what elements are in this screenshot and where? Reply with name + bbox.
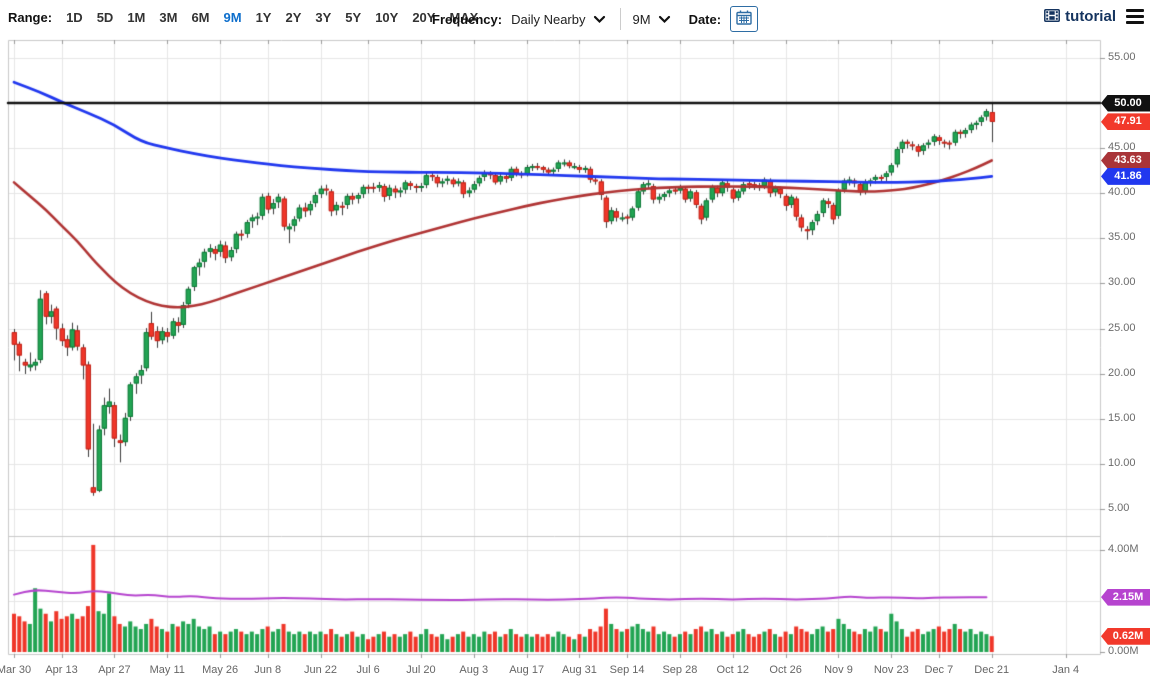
range-option-3y[interactable]: 3Y [315,10,331,25]
film-icon [1044,9,1060,25]
range-option-2y[interactable]: 2Y [285,10,301,25]
chevron-down-icon[interactable] [593,12,606,27]
brand-logo[interactable]: tutorial [1065,8,1116,25]
range-option-1y[interactable]: 1Y [256,10,272,25]
range-option-1m[interactable]: 1M [127,10,145,25]
period-dropdown[interactable]: 9M [633,12,651,27]
range-option-10y[interactable]: 10Y [375,10,398,25]
toolbar-divider [620,8,621,30]
range-option-1d[interactable]: 1D [66,10,83,25]
chevron-down-icon[interactable] [658,12,671,27]
range-option-3m[interactable]: 3M [159,10,177,25]
charting-app: Range: 1D5D1M3M6M9M1Y2Y3Y5Y10Y20YMAX Fre… [0,0,1154,690]
range-options: 1D5D1M3M6M9M1Y2Y3Y5Y10Y20YMAX [66,10,478,25]
price-chart-canvas[interactable] [0,0,1154,690]
range-option-6m[interactable]: 6M [191,10,209,25]
range-selector: Range: 1D5D1M3M6M9M1Y2Y3Y5Y10Y20YMAX [8,10,478,25]
calendar-button[interactable] [730,6,758,32]
brand-area: tutorial [1044,8,1144,25]
frequency-dropdown[interactable]: Daily Nearby [511,12,585,27]
range-label: Range: [8,10,52,25]
hamburger-menu-icon[interactable] [1126,9,1144,24]
date-label: Date: [689,12,722,27]
frequency-label: Frequency: [432,12,502,27]
range-option-5y[interactable]: 5Y [345,10,361,25]
chart-toolbar: Range: 1D5D1M3M6M9M1Y2Y3Y5Y10Y20YMAX Fre… [0,0,1154,36]
calendar-icon [736,10,752,28]
frequency-controls: Frequency: Daily Nearby 9M Date: [432,6,758,32]
range-option-9m[interactable]: 9M [224,10,242,25]
range-option-5d[interactable]: 5D [97,10,114,25]
